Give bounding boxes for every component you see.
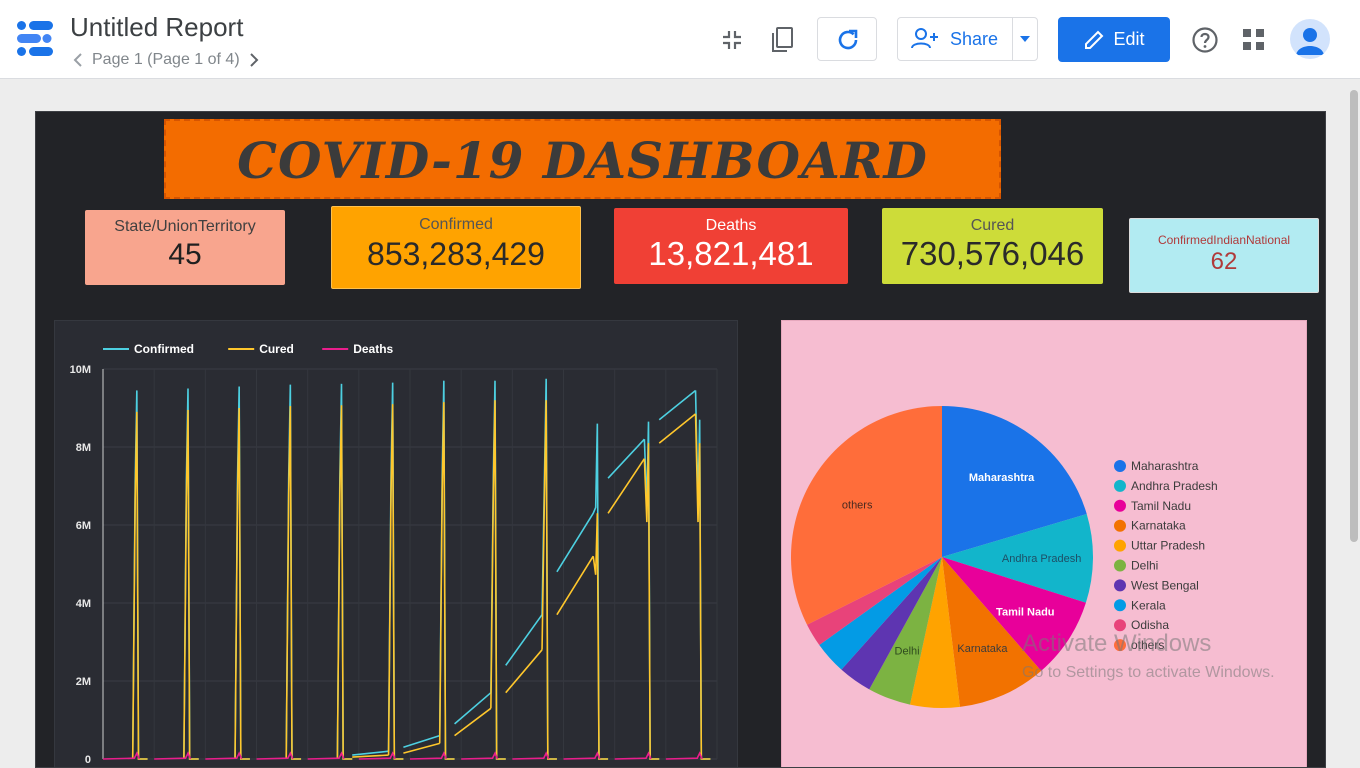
chevron-right-icon[interactable]	[244, 50, 262, 70]
avatar[interactable]	[1290, 19, 1330, 59]
kpi-confirmed-indian-national[interactable]: ConfirmedIndianNational 62	[1129, 218, 1319, 293]
series-line-deaths[interactable]	[102, 751, 703, 760]
help-icon[interactable]	[1191, 26, 1219, 54]
chevron-left-icon[interactable]	[70, 50, 88, 70]
legend-label[interactable]: Delhi	[1131, 559, 1158, 573]
caret-down-icon	[1020, 36, 1030, 42]
legend-label[interactable]: Maharashtra	[1131, 459, 1199, 473]
top-bar: Untitled Report Page 1 (Page 1 of 4) Sha…	[0, 0, 1360, 79]
legend-label[interactable]: others	[1131, 638, 1164, 652]
series-line-confirmed[interactable]	[131, 378, 711, 760]
legend-label[interactable]: Tamil Nadu	[1131, 499, 1191, 513]
legend-swatch	[1114, 499, 1126, 512]
collapse-fullscreen-icon[interactable]	[720, 28, 744, 52]
page-label[interactable]: Page 1 (Page 1 of 4)	[92, 51, 240, 69]
apps-grid-icon[interactable]	[1243, 29, 1265, 51]
legend-swatch	[1114, 639, 1126, 652]
page-navigator: Page 1 (Page 1 of 4)	[70, 49, 262, 71]
line-chart-panel[interactable]: 0 2M 4M 6M 8M 10M Confirmed Cured Deaths	[54, 320, 739, 768]
legend-swatch	[1114, 479, 1126, 492]
report-title[interactable]: Untitled Report	[70, 12, 243, 43]
legend-swatch	[1114, 579, 1126, 592]
kpi-value: 730,576,046	[900, 235, 1085, 272]
pie-chart[interactable]: Maharashtra Andhra Pradesh Tamil Nadu Karna…	[782, 321, 1308, 768]
legend-swatch	[1114, 539, 1126, 552]
pie-slice-label: Tamil Nadu	[996, 607, 1054, 619]
legend-label[interactable]: Kerala	[1131, 598, 1166, 612]
pie-slice-label: Karnataka	[957, 643, 1008, 655]
banner-title: COVID-19 DASHBOARD	[237, 131, 928, 190]
legend-label[interactable]: West Bengal	[1131, 578, 1199, 592]
legend-label[interactable]: Karnataka	[1131, 519, 1186, 533]
legend-label[interactable]: Andhra Pradesh	[1131, 479, 1218, 493]
legend-swatch	[1114, 519, 1126, 532]
report-canvas: COVID-19 DASHBOARD State/UnionTerritory …	[35, 111, 1326, 768]
y-tick-label: 4M	[76, 598, 91, 610]
kpi-label: Deaths	[705, 217, 757, 234]
legend-swatch	[1114, 460, 1126, 472]
pie-slice-label: Delhi	[895, 645, 920, 657]
y-tick-label: 8M	[76, 442, 91, 454]
kpi-cured[interactable]: Cured 730,576,046	[882, 208, 1103, 284]
kpi-value: 62	[1210, 248, 1238, 275]
legend-label[interactable]: Cured	[259, 342, 294, 356]
kpi-value: 853,283,429	[367, 236, 545, 272]
legend-label[interactable]: Deaths	[353, 342, 393, 356]
kpi-label: Confirmed	[419, 216, 493, 233]
y-tick-label: 6M	[76, 520, 91, 532]
line-chart[interactable]: 0 2M 4M 6M 8M 10M Confirmed Cured Deaths	[55, 321, 739, 768]
y-tick-label: 0	[85, 754, 91, 766]
kpi-deaths[interactable]: Deaths 13,821,481	[614, 208, 848, 284]
pencil-icon	[1085, 30, 1104, 49]
vertical-scrollbar[interactable]	[1350, 90, 1358, 542]
refresh-button[interactable]	[817, 17, 877, 61]
legend-swatch	[1114, 619, 1126, 632]
kpi-value: 45	[168, 238, 202, 271]
pie-slice-label: Maharashtra	[969, 472, 1035, 484]
kpi-label: Cured	[970, 217, 1015, 234]
add-person-icon	[911, 28, 938, 49]
share-main-button[interactable]: Share	[898, 18, 1013, 60]
looker-studio-logo[interactable]	[16, 20, 56, 58]
dashboard-banner: COVID-19 DASHBOARD	[164, 119, 1001, 199]
series-line-cured[interactable]	[131, 400, 711, 760]
share-button[interactable]: Share	[897, 17, 1038, 61]
pie-slice-label: Andhra Pradesh	[1002, 553, 1081, 565]
y-tick-label: 10M	[70, 364, 91, 376]
pie-slice-label: others	[842, 500, 873, 512]
edit-label: Edit	[1113, 29, 1145, 49]
pie-chart-panel[interactable]: Maharashtra Andhra Pradesh Tamil Nadu Karna…	[781, 320, 1308, 768]
legend-swatch	[1114, 559, 1126, 572]
refresh-icon	[838, 29, 858, 50]
legend-label[interactable]: Odisha	[1131, 618, 1169, 632]
legend-label[interactable]: Uttar Pradesh	[1131, 539, 1205, 553]
kpi-value: 13,821,481	[648, 235, 814, 272]
share-label: Share	[950, 28, 999, 49]
legend-label[interactable]: Confirmed	[134, 342, 194, 356]
kpi-confirmed[interactable]: Confirmed 853,283,429	[331, 206, 581, 289]
y-tick-label: 2M	[76, 676, 91, 688]
share-dropdown-button[interactable]	[1013, 18, 1037, 60]
legend-swatch	[1114, 599, 1126, 612]
kpi-label: State/UnionTerritory	[114, 218, 256, 235]
copy-icon[interactable]	[769, 26, 795, 54]
edit-button[interactable]: Edit	[1058, 17, 1170, 62]
kpi-state-union-territory[interactable]: State/UnionTerritory 45	[85, 210, 285, 285]
kpi-label: ConfirmedIndianNational	[1157, 233, 1291, 247]
person-icon	[1296, 28, 1324, 55]
